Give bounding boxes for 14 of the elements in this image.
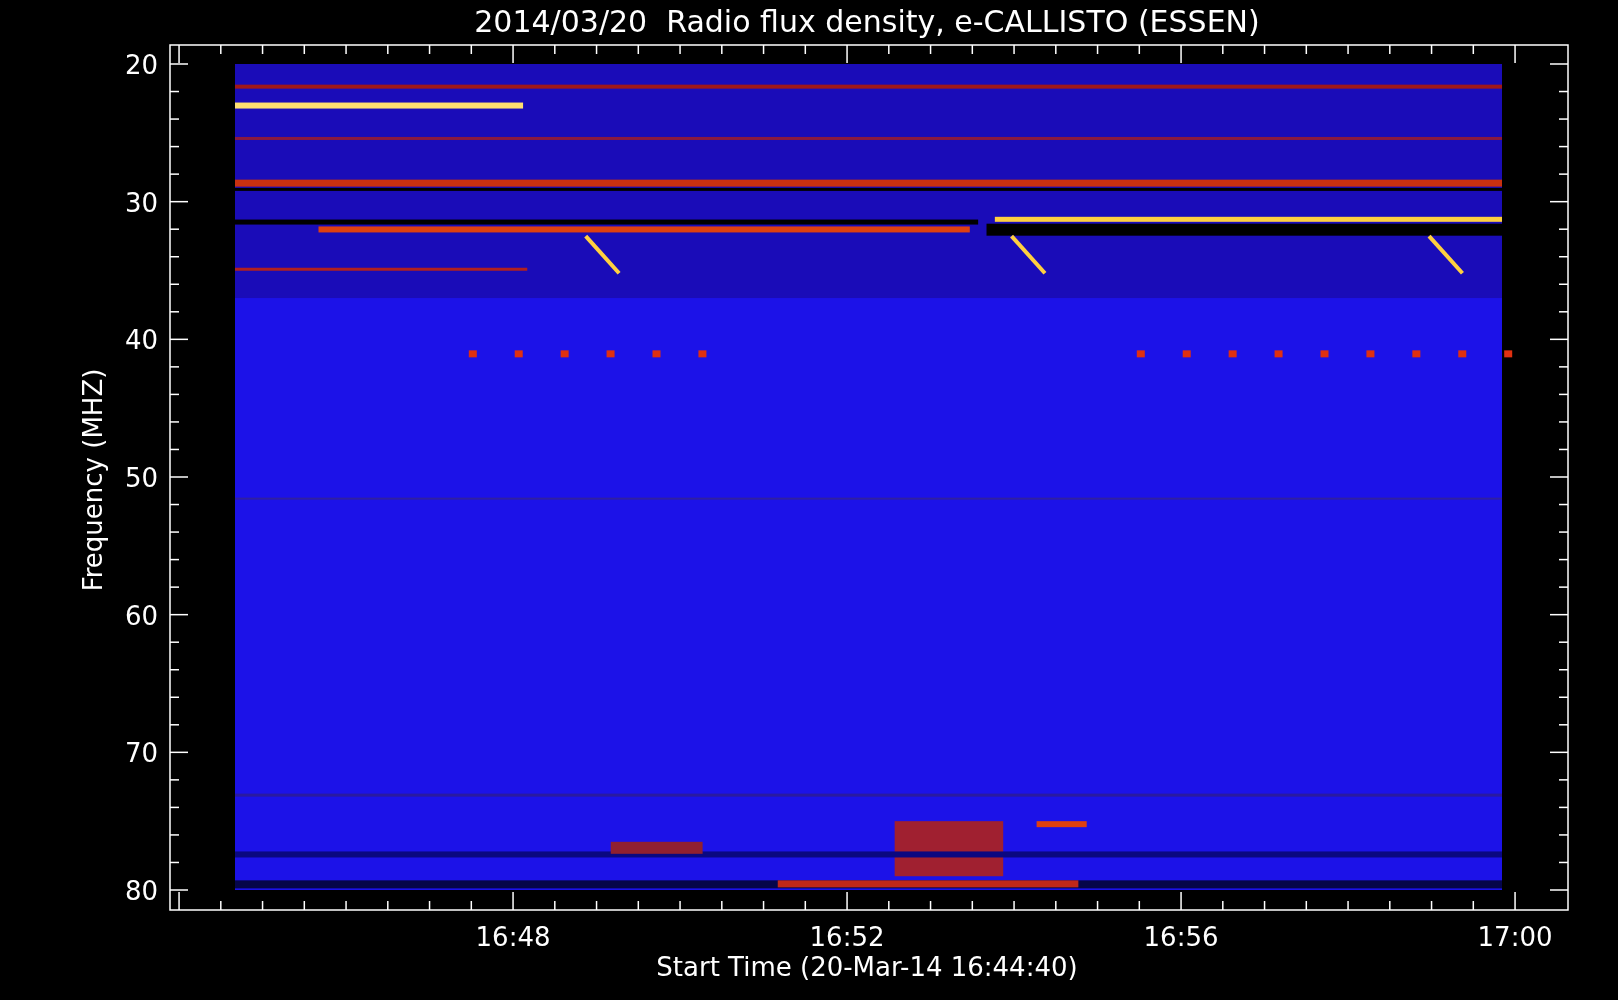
tick-label: 30 xyxy=(124,187,158,218)
tick-label: 40 xyxy=(124,325,158,356)
tick-label: 16:56 xyxy=(1143,922,1219,952)
tick-label: 20 xyxy=(124,50,158,80)
tick-label: 16:48 xyxy=(475,922,551,952)
tick-label: 80 xyxy=(124,876,158,906)
axis-label: Start Time (20-Mar-14 16:44:40) xyxy=(656,952,1078,982)
plot-title: 2014/03/20 Radio flux density, e-CALLISTO (ESSEN) xyxy=(474,4,1260,39)
tick-label: 17:00 xyxy=(1477,922,1553,952)
axis-label: Frequency (MHZ) xyxy=(78,368,108,592)
tick-label: 16:52 xyxy=(809,922,885,952)
tick-label: 70 xyxy=(124,738,158,769)
tick-label: 50 xyxy=(124,463,158,493)
tick-label: 60 xyxy=(124,600,158,631)
